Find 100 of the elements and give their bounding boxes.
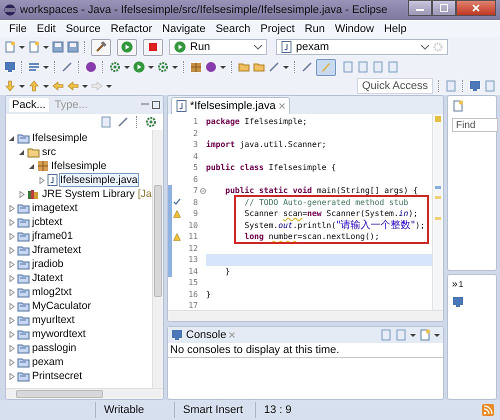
fold-icon[interactable] — [200, 188, 206, 194]
menu-item[interactable]: Window — [330, 22, 379, 34]
collapsed-arrow-icon[interactable] — [8, 344, 15, 352]
tree-item[interactable]: jcbtext — [32, 216, 62, 228]
collapsed-arrow-icon[interactable] — [8, 246, 15, 254]
tree-item[interactable]: mlog2txt — [32, 286, 72, 298]
menu-item[interactable]: Search — [210, 22, 256, 34]
highlight-button[interactable] — [316, 58, 336, 76]
line-number: 8 — [192, 196, 199, 208]
document-icon[interactable] — [380, 329, 392, 341]
close-icon[interactable] — [278, 103, 285, 109]
view-tab[interactable]: Pack... — [9, 98, 49, 112]
tree-item[interactable]: pexam — [32, 356, 64, 368]
tree-item[interactable]: Jtatext — [32, 272, 63, 284]
tree-item[interactable]: imagetext — [32, 202, 78, 214]
quick-access-field[interactable]: Quick Access — [356, 78, 433, 94]
monitor-icon[interactable] — [4, 61, 16, 73]
tree-item[interactable]: JRE System Library [Ja — [42, 188, 152, 200]
code-editor[interactable] — [167, 95, 444, 322]
document-icon[interactable] — [357, 61, 369, 73]
monitor-icon[interactable] — [452, 296, 464, 308]
run-button[interactable] — [117, 38, 137, 56]
document-icon[interactable] — [387, 61, 399, 73]
horizontal-scrollbar[interactable] — [168, 310, 443, 321]
close-button[interactable] — [456, 0, 496, 16]
console-tab[interactable]: Console — [186, 329, 226, 341]
collapsed-arrow-icon[interactable] — [8, 218, 15, 226]
menu-item[interactable]: File — [4, 22, 32, 34]
collapsed-arrow-icon[interactable] — [8, 302, 15, 310]
build-button[interactable] — [91, 38, 111, 56]
maximize-button[interactable] — [432, 0, 456, 16]
collapsed-arrow-icon[interactable] — [8, 288, 15, 296]
collapsed-arrow-icon[interactable] — [38, 176, 45, 184]
tree-item[interactable]: mywordtext — [32, 328, 86, 340]
collapsed-arrow-icon[interactable] — [18, 190, 25, 198]
package-icon[interactable] — [190, 61, 202, 73]
collapsed-arrow-icon[interactable] — [8, 330, 15, 338]
menu-item[interactable]: Help — [378, 22, 412, 34]
minimize-button[interactable] — [408, 0, 432, 16]
monitor-icon[interactable] — [469, 80, 481, 92]
tree-item[interactable]: jframe01 — [32, 230, 73, 242]
expanded-arrow-icon[interactable] — [28, 162, 35, 170]
maximize-icon[interactable] — [152, 101, 160, 109]
close-icon[interactable] — [229, 332, 236, 338]
document-icon[interactable] — [342, 61, 354, 73]
run-icon[interactable] — [174, 41, 186, 53]
collapsed-arrow-icon[interactable] — [8, 260, 15, 268]
new-file-icon[interactable] — [452, 100, 464, 112]
folder-icon[interactable] — [253, 61, 265, 73]
tree-item[interactable]: MyCaculator — [32, 300, 91, 312]
menu-item[interactable]: Navigate — [157, 22, 211, 34]
expanded-arrow-icon[interactable] — [18, 148, 25, 156]
tree-item[interactable]: myurltext — [32, 314, 75, 326]
stop-button[interactable] — [143, 38, 163, 56]
tree-item[interactable]: Printsecret — [32, 370, 82, 382]
menu-item[interactable]: Refactor — [106, 22, 158, 34]
tree-item[interactable]: jradiob — [32, 258, 64, 270]
save-icon[interactable] — [67, 41, 79, 53]
folder-icon[interactable] — [238, 61, 250, 73]
project-dropdown[interactable]: pexam — [276, 39, 448, 55]
document-icon[interactable] — [484, 80, 496, 92]
code-line: long number=scan.nextLong(); — [244, 231, 380, 242]
project-folder-icon — [17, 216, 30, 228]
list-icon[interactable] — [28, 61, 40, 73]
collapsed-arrow-icon[interactable] — [8, 372, 15, 380]
collapsed-arrow-icon[interactable] — [8, 316, 15, 324]
expanded-arrow-icon[interactable] — [8, 134, 15, 142]
collapsed-arrow-icon[interactable] — [8, 232, 15, 240]
tree-item[interactable]: src — [42, 146, 56, 158]
new-file-icon[interactable] — [28, 41, 40, 53]
vertical-scrollbar[interactable] — [152, 130, 163, 388]
menu-item[interactable]: Run — [300, 22, 330, 34]
collapsed-arrow-icon[interactable] — [8, 358, 15, 366]
tree-item[interactable]: Ifelsesimple.java — [60, 174, 138, 186]
run-icon[interactable] — [133, 61, 145, 73]
gear-icon[interactable] — [157, 61, 169, 73]
find-field[interactable]: Find — [452, 118, 498, 132]
collapsed-arrow-icon[interactable] — [8, 274, 15, 282]
tree-item[interactable]: Ifelsesimple — [32, 132, 88, 144]
project-folder-icon — [17, 342, 30, 354]
gear-icon[interactable] — [109, 61, 121, 73]
new-file-icon[interactable] — [4, 41, 16, 53]
horizontal-scrollbar[interactable] — [6, 388, 163, 399]
document-icon[interactable] — [372, 61, 384, 73]
menu-item[interactable]: Project — [255, 22, 300, 34]
document-icon[interactable] — [445, 80, 457, 92]
monitor-icon[interactable] — [171, 329, 183, 341]
tree-item[interactable]: Jframetext — [32, 244, 82, 256]
new-file-icon[interactable] — [419, 329, 431, 341]
collapsed-arrow-icon[interactable] — [8, 204, 15, 212]
tree-item[interactable]: Ifelsesimple — [51, 160, 106, 172]
run-configuration-dropdown[interactable]: Run — [169, 39, 267, 55]
menu-item[interactable]: Source — [60, 22, 106, 34]
menu-item[interactable]: Edit — [32, 22, 61, 34]
gear-icon[interactable] — [145, 116, 157, 128]
document-icon[interactable] — [100, 116, 112, 128]
feed-icon[interactable] — [482, 404, 494, 416]
save-icon[interactable] — [52, 41, 64, 53]
tree-item[interactable]: passlogin — [32, 342, 76, 354]
editor-tab[interactable]: *Ifelsesimple.java — [171, 97, 290, 114]
